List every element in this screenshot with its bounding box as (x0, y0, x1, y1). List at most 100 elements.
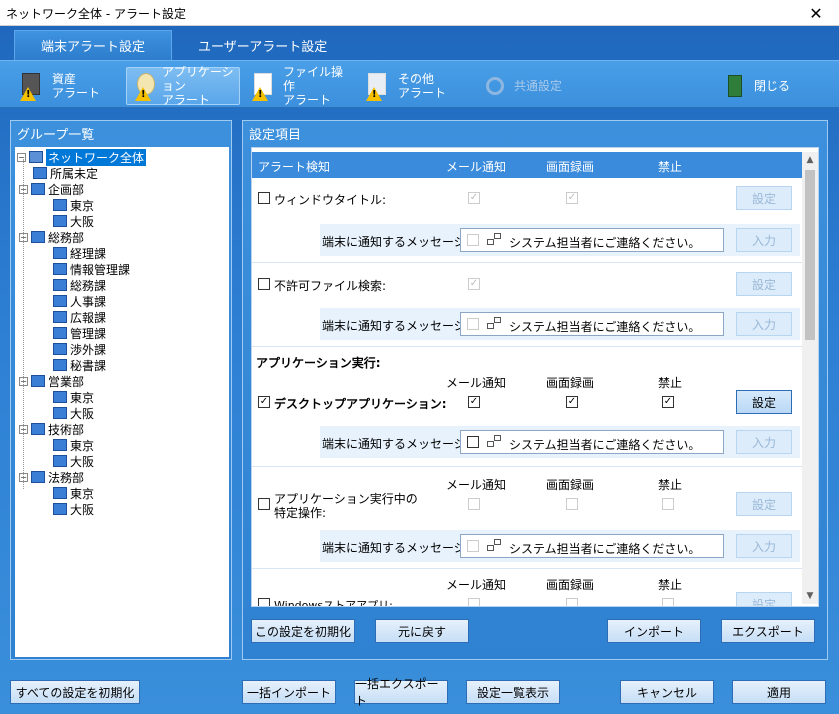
apply-button[interactable]: 適用 (732, 680, 826, 704)
file-operation-alert-button[interactable]: ! ファイル操作 アラート (244, 65, 352, 107)
group-icon (53, 391, 67, 403)
reset-this-setting-button[interactable]: この設定を初期化 (251, 619, 355, 643)
message-checkbox[interactable] (467, 318, 479, 330)
tree-node-label: 所属未定 (50, 166, 99, 181)
close-icon[interactable]: ✕ (793, 0, 839, 26)
desktop-app-label: デスクトップアプリケーション: (274, 397, 447, 411)
asset-alert-button[interactable]: ! 資産 アラート (12, 67, 116, 105)
tree-node-secretary[interactable]: 秘書課 (39, 357, 106, 373)
scroll-thumb[interactable] (805, 170, 815, 340)
window-title-recording-checkbox[interactable]: ✓ (566, 192, 578, 204)
message-checkbox[interactable] (467, 540, 479, 552)
undo-button[interactable]: 元に戻す (375, 619, 469, 643)
settings-list-button[interactable]: 設定一覧表示 (466, 680, 560, 704)
window-title-message-field[interactable]: システム担当者にご連絡ください。 (460, 228, 724, 252)
window-title-input-button[interactable]: 入力 (736, 228, 792, 252)
group-icon (53, 407, 67, 419)
cancel-button[interactable]: キャンセル (620, 680, 714, 704)
expand-toggle-icon[interactable]: − (17, 152, 26, 162)
app-specific-message-field[interactable]: システム担当者にご連絡ください。 (460, 534, 724, 558)
store-app-ban-checkbox[interactable] (662, 598, 674, 606)
tree-node-eng-tokyo[interactable]: 東京 (39, 437, 94, 453)
forbidden-file-message-field[interactable]: システム担当者にご連絡ください。 (460, 312, 724, 336)
group-icon (53, 263, 67, 275)
scroll-up-icon[interactable]: ▲ (802, 152, 818, 168)
tree-node-info-mgmt[interactable]: 情報管理課 (39, 261, 130, 277)
window-title-mail-checkbox[interactable]: ✓ (468, 192, 480, 204)
tree-node-label: 情報管理課 (70, 262, 131, 277)
desktop-app-input-button[interactable]: 入力 (736, 430, 792, 454)
forbidden-file-label: 不許可ファイル検索: (274, 279, 387, 293)
tree-node-unassigned[interactable]: 所属未定 (19, 165, 98, 181)
bulk-import-button[interactable]: 一括インポート (242, 680, 336, 704)
tab-device-alert[interactable]: 端末アラート設定 (14, 30, 173, 60)
message-checkbox[interactable] (467, 234, 479, 246)
application-alert-button[interactable]: ! アプリケーション アラート (126, 65, 240, 107)
tree-node-general-affairs[interactable]: − 総務部 (19, 229, 84, 245)
tree-node-management[interactable]: 管理課 (39, 325, 106, 341)
desktop-app-recording-checkbox[interactable]: ✓ (566, 396, 578, 408)
tree-node-label: 広報課 (70, 310, 107, 325)
import-button[interactable]: インポート (607, 619, 701, 643)
tree-node-sales[interactable]: − 営業部 (19, 373, 84, 389)
tree-node-planning-tokyo[interactable]: 東京 (39, 197, 94, 213)
desktop-app-setting-button[interactable]: 設定 (736, 390, 792, 414)
desktop-app-mail-checkbox[interactable]: ✓ (468, 396, 480, 408)
message-text: システム担当者にご連絡ください。 (509, 320, 701, 334)
message-checkbox[interactable] (467, 436, 479, 448)
desktop-app-message-field[interactable]: システム担当者にご連絡ください。 (460, 430, 724, 454)
desktop-app-ban-checkbox[interactable]: ✓ (662, 396, 674, 408)
reset-all-button[interactable]: すべての設定を初期化 (10, 680, 140, 704)
tree-node-label: 大阪 (70, 214, 95, 229)
desktop-app-checkbox[interactable]: ✓ (258, 396, 270, 408)
common-settings-button[interactable]: 共通設定 (474, 67, 570, 105)
tree-node-label: 管理課 (70, 326, 107, 341)
bulk-export-button[interactable]: 一括エクスポート (354, 677, 448, 708)
header-mail: メール通知 (446, 160, 507, 174)
app-specific-recording-checkbox[interactable] (566, 498, 578, 510)
tree-node-legal-tokyo[interactable]: 東京 (39, 485, 94, 501)
forbidden-file-input-button[interactable]: 入力 (736, 312, 792, 336)
tree-node-general[interactable]: 総務課 (39, 277, 106, 293)
store-app-setting-button[interactable]: 設定 (736, 592, 792, 606)
group-icon (53, 359, 67, 371)
window-title-setting-button[interactable]: 設定 (736, 186, 792, 210)
tree-node-pr[interactable]: 広報課 (39, 309, 106, 325)
app-specific-setting-button[interactable]: 設定 (736, 492, 792, 516)
tree-node-eng-osaka[interactable]: 大阪 (39, 453, 94, 469)
app-specific-mail-checkbox[interactable] (468, 498, 480, 510)
network-icon (487, 539, 503, 553)
forbidden-file-mail-checkbox[interactable]: ✓ (468, 278, 480, 290)
app-specific-input-button[interactable]: 入力 (736, 534, 792, 558)
vertical-scrollbar[interactable]: ▲ ▼ (802, 152, 818, 604)
tree-node-label: 大阪 (70, 454, 95, 469)
tree-node-sales-tokyo[interactable]: 東京 (39, 389, 94, 405)
tab-user-alert[interactable]: ユーザーアラート設定 (172, 30, 353, 60)
app-specific-checkbox[interactable] (258, 498, 270, 510)
col-ban-label: 禁止 (658, 478, 683, 492)
forbidden-file-checkbox[interactable] (258, 278, 270, 290)
tree-node-legal-osaka[interactable]: 大阪 (39, 501, 94, 517)
close-button[interactable]: 閉じる (714, 67, 794, 105)
tree-node-engineering[interactable]: − 技術部 (19, 421, 84, 437)
asset-alert-label-2: アラート (52, 86, 101, 100)
tree-node-external[interactable]: 渉外課 (39, 341, 106, 357)
tree-node-accounting[interactable]: 経理課 (39, 245, 106, 261)
tree-node-root[interactable]: − ネットワーク全体 (17, 148, 147, 166)
tree-node-sales-osaka[interactable]: 大阪 (39, 405, 94, 421)
store-app-mail-checkbox[interactable] (468, 598, 480, 606)
store-app-checkbox[interactable] (258, 598, 270, 606)
tree-node-hr[interactable]: 人事課 (39, 293, 106, 309)
tree-node-legal[interactable]: − 法務部 (19, 469, 84, 485)
app-specific-ban-checkbox[interactable] (662, 498, 674, 510)
tree-node-planning-osaka[interactable]: 大阪 (39, 213, 94, 229)
forbidden-file-setting-button[interactable]: 設定 (736, 272, 792, 296)
other-alert-button[interactable]: ! その他 アラート (358, 67, 448, 105)
window-title-checkbox[interactable] (258, 192, 270, 204)
store-app-recording-checkbox[interactable] (566, 598, 578, 606)
group-icon (31, 471, 45, 483)
scroll-down-icon[interactable]: ▼ (802, 588, 818, 604)
tree-node-planning[interactable]: − 企画部 (19, 181, 84, 197)
col-mail-label: メール通知 (446, 376, 507, 390)
export-button[interactable]: エクスポート (721, 619, 815, 643)
